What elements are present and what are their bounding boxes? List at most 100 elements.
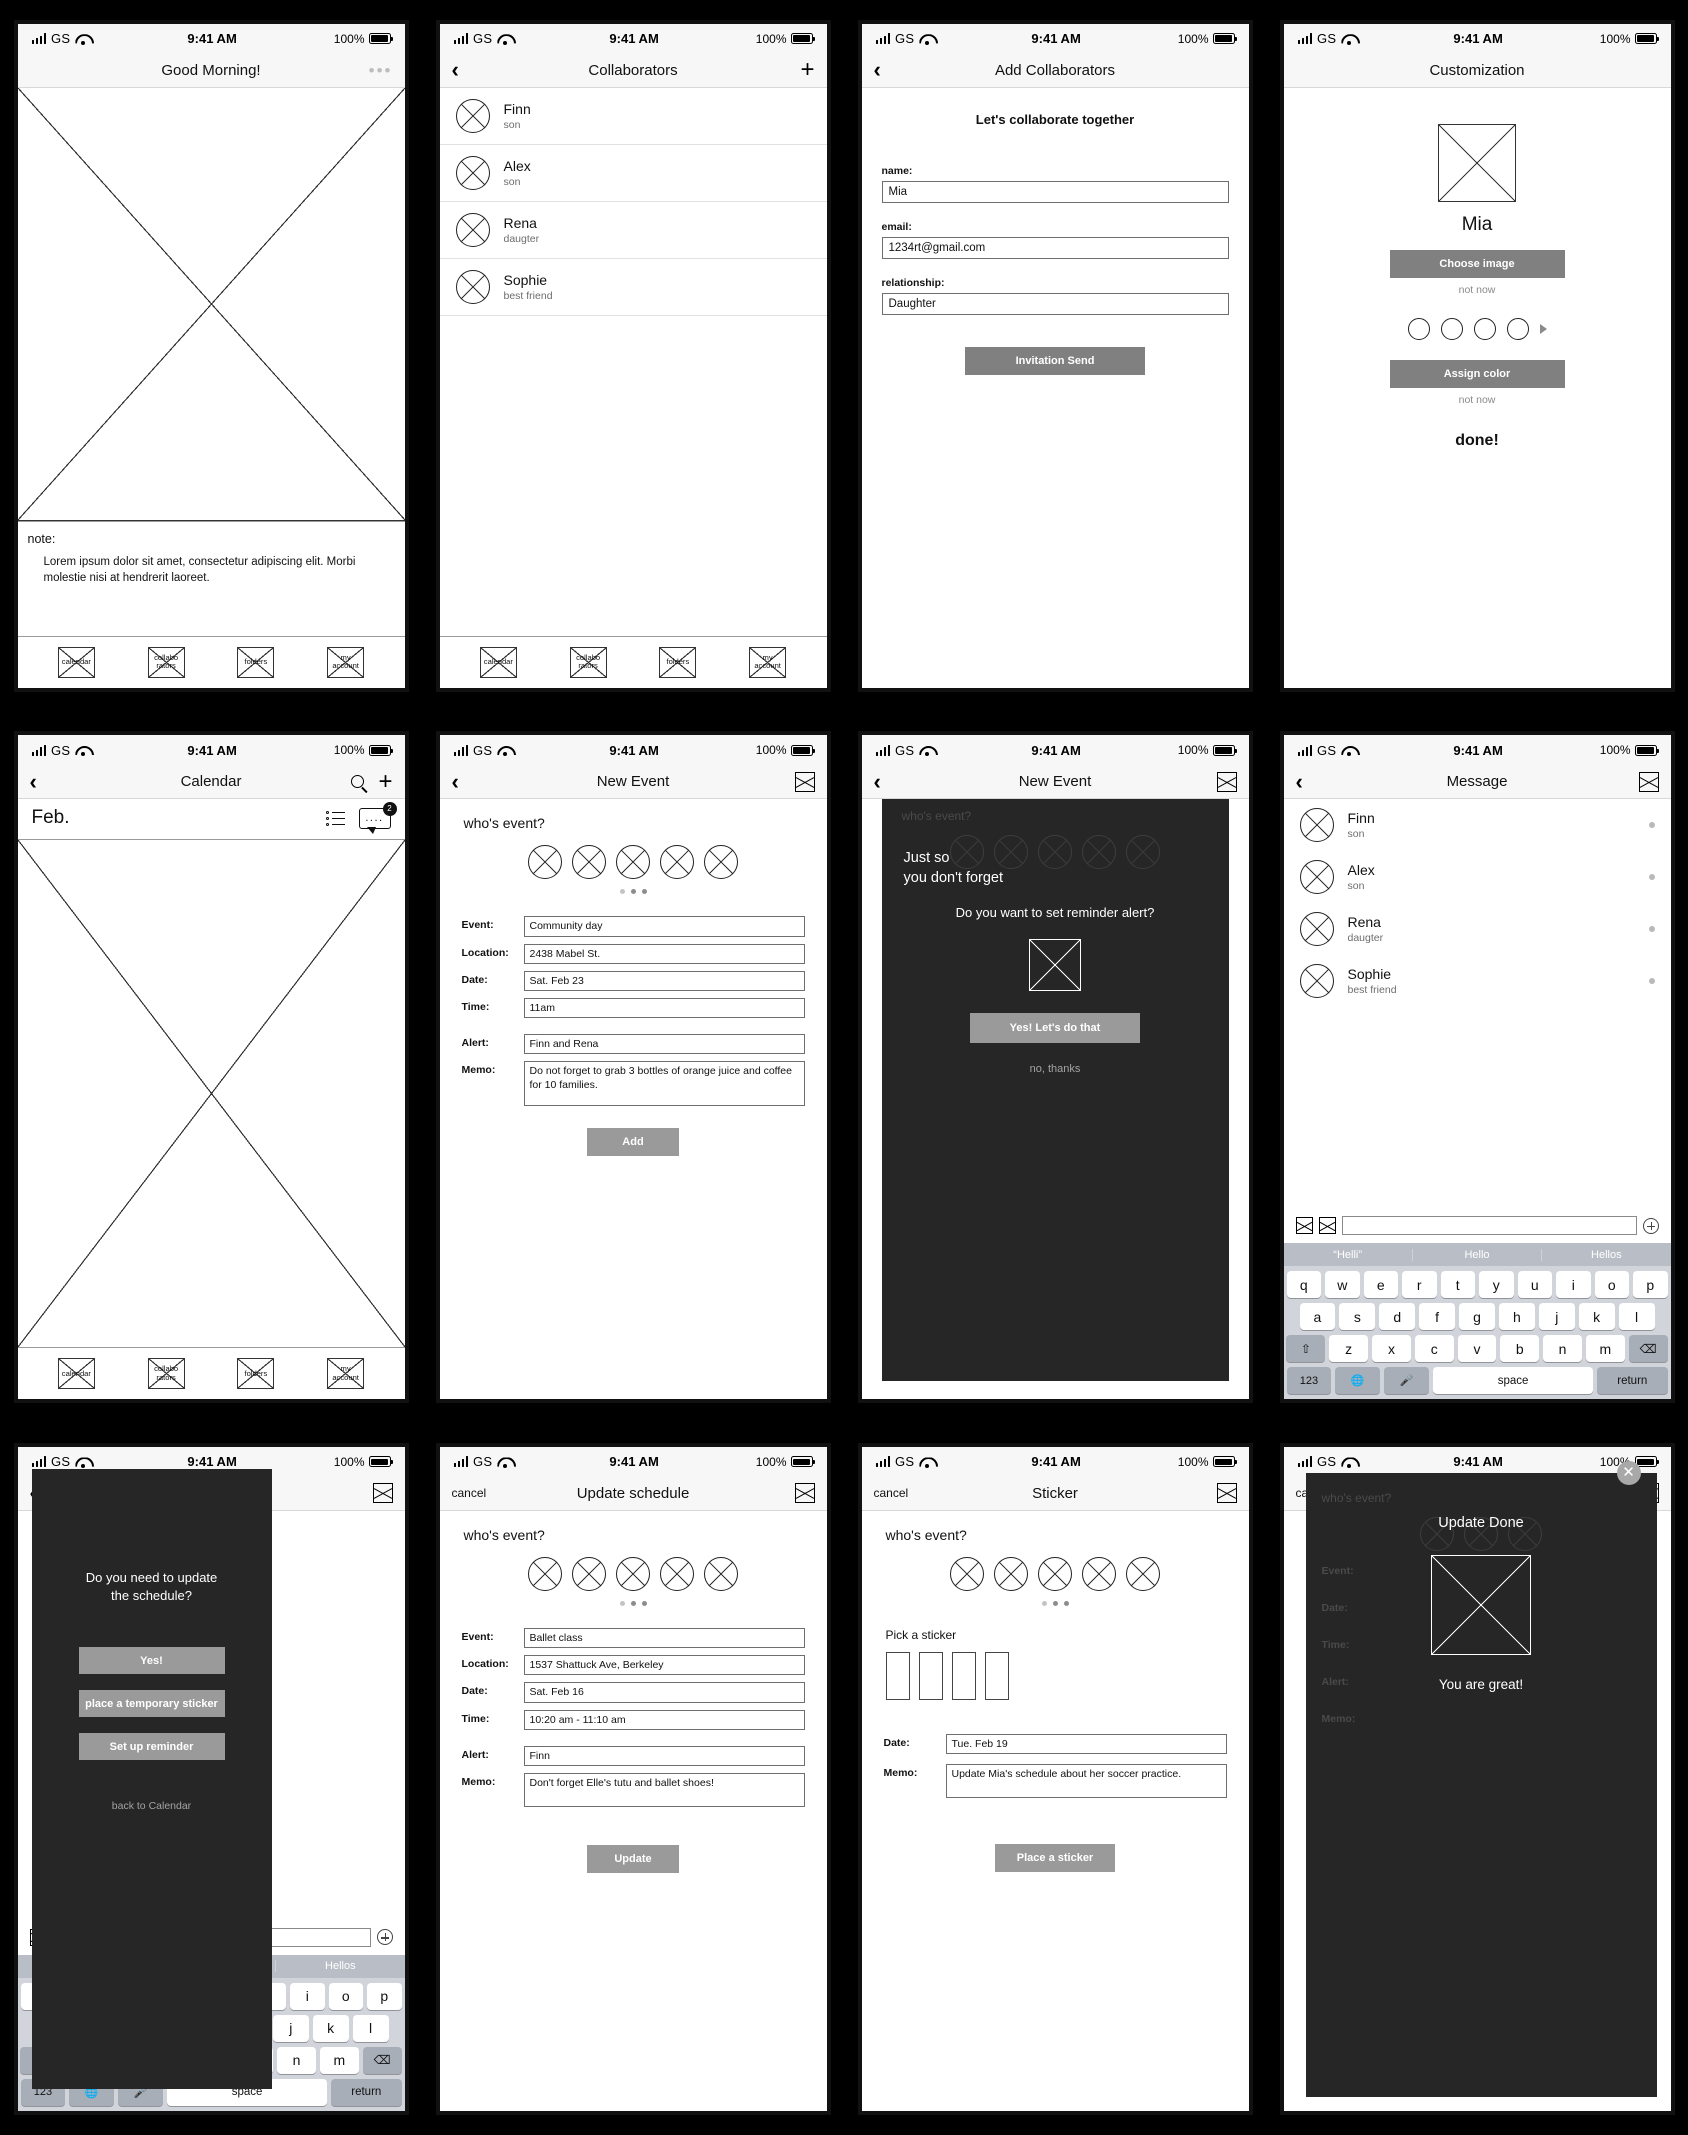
key-l[interactable]: l — [352, 2014, 389, 2042]
field-value[interactable]: Community day — [523, 916, 805, 937]
field-value[interactable]: Tue. Feb 19 — [945, 1733, 1227, 1755]
done-button[interactable]: done! — [1284, 432, 1671, 450]
add-event-icon[interactable]: + — [378, 769, 392, 794]
field-location[interactable]: Location: 1537 Shattuck Ave, Berkeley — [462, 1655, 805, 1676]
sticker-option[interactable] — [984, 1651, 1009, 1700]
key-y[interactable]: y — [1479, 1271, 1514, 1299]
tab-my-account[interactable]: my account — [749, 646, 787, 678]
key-k[interactable]: k — [1578, 1303, 1615, 1331]
cancel-button[interactable]: cancel — [874, 1486, 909, 1500]
sticker-option[interactable] — [951, 1651, 976, 1700]
tab-calendar[interactable]: calendar — [57, 646, 95, 678]
avatar-pager[interactable] — [440, 889, 827, 895]
key-r[interactable]: r — [1402, 1271, 1437, 1299]
back-icon[interactable]: ‹ — [874, 59, 881, 81]
key-w[interactable]: w — [1325, 1271, 1360, 1299]
key-m[interactable]: m — [319, 2046, 359, 2074]
attendee-avatars[interactable] — [440, 1556, 827, 1591]
list-item[interactable]: Alex son — [439, 145, 827, 202]
tab-folders[interactable]: folders — [237, 646, 275, 678]
sticker-option[interactable] — [885, 1651, 910, 1700]
close-icon[interactable] — [372, 1483, 393, 1504]
field-value[interactable]: 2438 Mabel St. — [523, 943, 805, 964]
avatar[interactable] — [660, 1556, 694, 1591]
key-d[interactable]: d — [1379, 1303, 1416, 1331]
backspace-key-icon[interactable]: ⌫ — [1628, 1335, 1668, 1363]
more-menu-icon[interactable]: ••• — [369, 62, 393, 79]
key-b[interactable]: b — [1500, 1335, 1540, 1363]
key-q[interactable]: q — [1286, 1271, 1321, 1299]
field-alert[interactable]: Alert: Finn and Rena — [462, 1034, 805, 1055]
key-j[interactable]: j — [272, 2014, 309, 2042]
key-i[interactable]: i — [1556, 1271, 1591, 1299]
space-key[interactable]: space — [1432, 1367, 1594, 1395]
field-memo[interactable]: Memo: Do not forget to grab 3 bottles of… — [462, 1061, 805, 1107]
avatar[interactable] — [1082, 1556, 1116, 1591]
key-m[interactable]: m — [1585, 1335, 1625, 1363]
field-location[interactable]: Location: 2438 Mabel St. — [462, 943, 805, 964]
avatar[interactable] — [572, 845, 606, 880]
avatar[interactable] — [572, 1556, 606, 1591]
field-event[interactable]: Event: Community day — [462, 916, 805, 937]
sticker-option[interactable] — [918, 1651, 943, 1700]
suggestion[interactable]: Hellos — [275, 1960, 404, 1973]
suggestion[interactable]: Hello — [1411, 1248, 1541, 1261]
shift-key-icon[interactable]: ⇧ — [1286, 1335, 1326, 1363]
key-o[interactable]: o — [1594, 1271, 1629, 1299]
tab-my-account[interactable]: my account — [327, 646, 365, 678]
list-item[interactable]: Rena daugter — [439, 202, 827, 259]
avatar[interactable] — [1126, 1556, 1160, 1591]
color-swatch[interactable] — [1407, 317, 1430, 340]
color-swatch-row[interactable] — [1284, 317, 1671, 340]
relationship-field[interactable]: Daughter — [881, 292, 1229, 315]
message-input[interactable] — [1341, 1216, 1637, 1236]
field-time[interactable]: Time: 10:20 am - 11:10 am — [462, 1709, 805, 1730]
field-memo[interactable]: Memo: Don't forget Elle's tutu and balle… — [462, 1772, 805, 1807]
add-button[interactable]: Add — [587, 1128, 679, 1157]
field-value[interactable]: Don't forget Elle's tutu and ballet shoe… — [523, 1772, 805, 1807]
key-e[interactable]: e — [1363, 1271, 1398, 1299]
attendee-avatars[interactable] — [862, 1556, 1249, 1591]
back-icon[interactable]: ‹ — [452, 59, 459, 81]
avatar[interactable] — [660, 845, 694, 880]
tab-folders[interactable]: folders — [237, 1358, 275, 1390]
profile-placeholder-image[interactable] — [1438, 123, 1516, 202]
field-date[interactable]: Date: Sat. Feb 23 — [462, 970, 805, 991]
back-to-calendar-link[interactable]: back to Calendar — [32, 1800, 272, 1812]
camera-icon[interactable] — [1295, 1217, 1313, 1235]
field-value[interactable]: 11am — [523, 997, 805, 1019]
dismiss-reminder-link[interactable]: no, thanks — [882, 1063, 1229, 1075]
field-value[interactable]: Ballet class — [523, 1627, 805, 1649]
avatar[interactable] — [1038, 1556, 1072, 1591]
back-icon[interactable]: ‹ — [30, 770, 37, 793]
tab-calendar[interactable]: calendar — [57, 1358, 95, 1390]
avatar[interactable] — [616, 845, 650, 880]
option-temporary-sticker-button[interactable]: place a temporary sticker — [78, 1690, 225, 1718]
list-item[interactable]: Finn son — [1284, 799, 1671, 851]
email-field[interactable]: 1234rt@gmail.com — [881, 236, 1229, 259]
suggestion[interactable]: Hellos — [1541, 1248, 1670, 1261]
selection-dot-icon[interactable] — [1648, 978, 1655, 985]
assign-color-button[interactable]: Assign color — [1389, 359, 1565, 388]
tab-my-account[interactable]: my account — [327, 1358, 365, 1390]
key-i[interactable]: i — [290, 1982, 325, 2010]
key-p[interactable]: p — [367, 1982, 402, 2010]
color-swatch[interactable] — [1506, 317, 1529, 340]
list-item[interactable]: Alex son — [1284, 851, 1671, 903]
back-icon[interactable]: ‹ — [874, 770, 881, 793]
field-value[interactable]: Finn — [523, 1745, 805, 1766]
field-value[interactable]: 1537 Shattuck Ave, Berkeley — [523, 1655, 805, 1676]
invitation-send-button[interactable]: Invitation Send — [965, 346, 1145, 375]
add-collaborator-icon[interactable]: + — [800, 58, 814, 82]
add-attachment-icon[interactable] — [1642, 1217, 1659, 1234]
key-h[interactable]: h — [1498, 1303, 1535, 1331]
choose-image-button[interactable]: Choose image — [1389, 249, 1565, 278]
mic-icon[interactable]: 🎤 — [1384, 1367, 1429, 1395]
messages-icon[interactable]: .... 2 — [358, 801, 397, 834]
tab-collaborators[interactable]: collabo rators — [569, 646, 607, 678]
field-value[interactable]: Do not forget to grab 3 bottles of orang… — [523, 1061, 805, 1107]
back-icon[interactable]: ‹ — [1296, 770, 1303, 793]
avatar-pager[interactable] — [440, 1600, 827, 1606]
close-icon[interactable] — [1638, 771, 1659, 792]
selection-dot-icon[interactable] — [1648, 874, 1655, 881]
